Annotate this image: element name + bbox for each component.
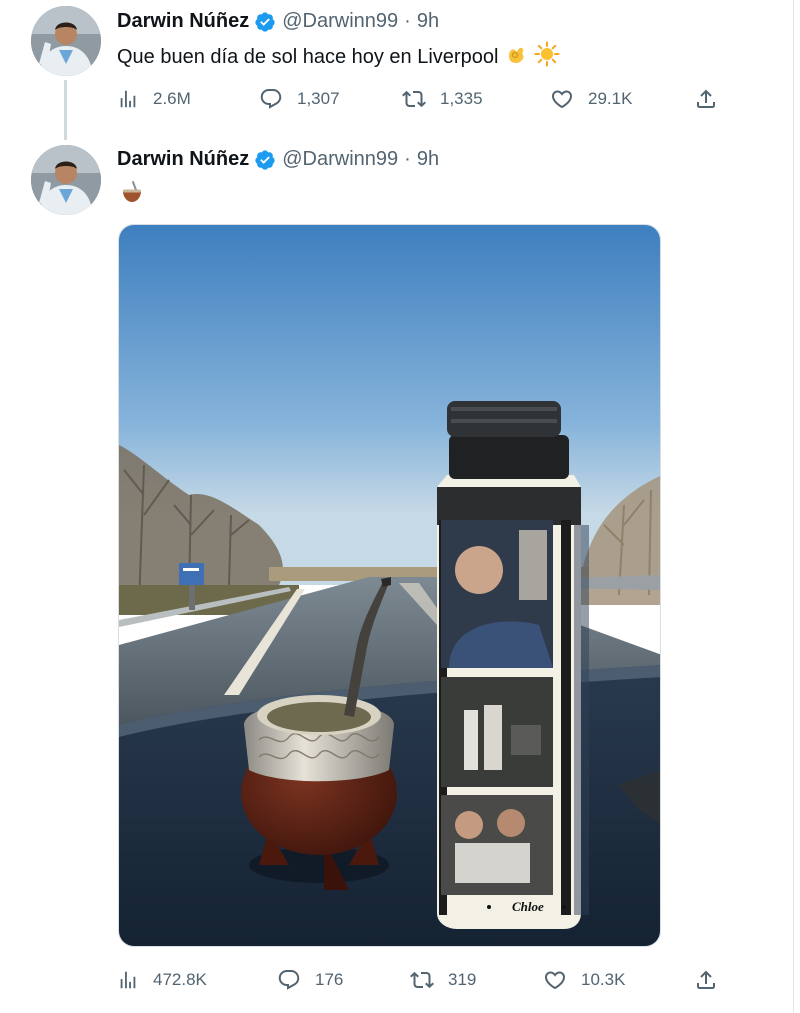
reply-count: 176: [315, 970, 344, 989]
retweet-icon: [402, 90, 426, 108]
author-handle[interactable]: @Darwinn99: [282, 148, 398, 171]
tweet-1[interactable]: Darwin Núñez @Darwinn99 · 9h Que buen dí…: [0, 0, 792, 140]
reply-button[interactable]: 1,307: [259, 84, 340, 114]
verified-badge-icon: [255, 11, 275, 32]
avatar[interactable]: [31, 145, 101, 215]
tweet-actions: 472.8K 176 319 10.3K: [117, 965, 717, 995]
tweet-header: Darwin Núñez @Darwinn99 · 9h: [117, 148, 439, 171]
share-button[interactable]: [694, 84, 732, 114]
thermos-label: Chloe: [512, 899, 544, 914]
views-icon: [120, 90, 136, 108]
mate-emoji: [120, 180, 144, 209]
reply-count: 1,307: [297, 89, 340, 108]
tweet-photo[interactable]: Chloe: [118, 224, 661, 947]
share-button[interactable]: [694, 965, 732, 995]
author-handle[interactable]: @Darwinn99: [282, 10, 398, 33]
views-count: 472.8K: [153, 970, 207, 989]
author-name[interactable]: Darwin Núñez: [117, 10, 249, 33]
thread-line: [64, 80, 67, 140]
tweet-actions: 2.6M 1,307 1,335 29.1K: [117, 84, 717, 114]
like-count: 10.3K: [581, 970, 626, 989]
like-count: 29.1K: [588, 89, 633, 108]
share-icon: [697, 970, 715, 989]
views-button[interactable]: 2.6M: [117, 84, 191, 114]
timestamp[interactable]: 9h: [417, 148, 439, 171]
reply-icon: [260, 89, 282, 109]
avatar[interactable]: [31, 6, 101, 76]
share-icon: [697, 89, 715, 108]
views-count: 2.6M: [153, 89, 191, 108]
views-icon: [120, 971, 136, 989]
retweet-icon: [410, 971, 434, 989]
timeline-border: [793, 0, 794, 1013]
reply-button[interactable]: 176: [277, 965, 343, 995]
separator-dot: ·: [404, 10, 411, 32]
timestamp[interactable]: 9h: [417, 10, 439, 33]
retweet-count: 319: [448, 970, 477, 989]
ok-hand-emoji: [504, 42, 528, 72]
tweet-text: Que buen día de sol hace hoy en Liverpoo…: [117, 45, 499, 68]
retweet-button[interactable]: 319: [410, 965, 476, 995]
retweet-button[interactable]: 1,335: [402, 84, 483, 114]
views-button[interactable]: 472.8K: [117, 965, 207, 995]
like-button[interactable]: 10.3K: [543, 965, 625, 995]
retweet-count: 1,335: [440, 89, 483, 108]
verified-badge-icon: [255, 149, 275, 170]
author-name[interactable]: Darwin Núñez: [117, 148, 249, 171]
reply-icon: [278, 970, 300, 990]
like-icon: [544, 971, 566, 990]
tweet-text-row: Que buen día de sol hace hoy en Liverpoo…: [117, 41, 560, 73]
tweet-header: Darwin Núñez @Darwinn99 · 9h: [117, 10, 439, 33]
like-button[interactable]: 29.1K: [550, 84, 632, 114]
separator-dot: ·: [404, 148, 411, 170]
like-icon: [551, 90, 573, 109]
sun-emoji: [534, 41, 560, 73]
